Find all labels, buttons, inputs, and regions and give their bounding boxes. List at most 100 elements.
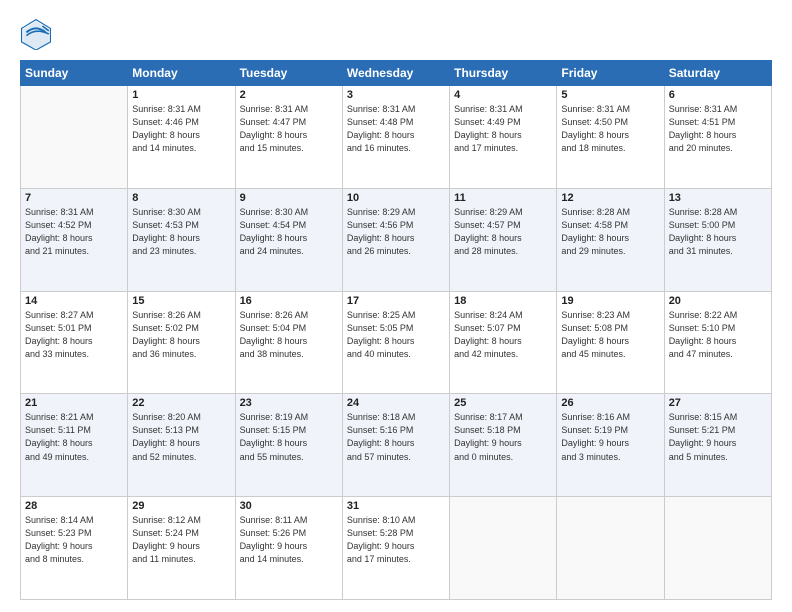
calendar-cell: 19 Sunrise: 8:23 AM Sunset: 5:08 PM Dayli… — [557, 291, 664, 394]
day-info: Sunrise: 8:16 AM Sunset: 5:19 PM Dayligh… — [561, 411, 659, 463]
day-info: Sunrise: 8:20 AM Sunset: 5:13 PM Dayligh… — [132, 411, 230, 463]
calendar-cell: 16 Sunrise: 8:26 AM Sunset: 5:04 PM Dayli… — [235, 291, 342, 394]
day-info: Sunrise: 8:31 AM Sunset: 4:47 PM Dayligh… — [240, 103, 338, 155]
calendar-cell: 4 Sunrise: 8:31 AM Sunset: 4:49 PM Daylig… — [450, 86, 557, 189]
day-number: 26 — [561, 397, 659, 409]
calendar-cell: 20 Sunrise: 8:22 AM Sunset: 5:10 PM Dayli… — [664, 291, 771, 394]
calendar-cell: 18Sunrise: 8:24 AM Sunset: 5:07 PM Dayli… — [450, 291, 557, 394]
calendar-cell: 6Sunrise: 8:31 AM Sunset: 4:51 PM Daylig… — [664, 86, 771, 189]
calendar-header-row: SundayMondayTuesdayWednesdayThursdayFrid… — [21, 61, 772, 86]
day-number: 12 — [561, 192, 659, 204]
calendar: SundayMondayTuesdayWednesdayThursdayFrid… — [20, 60, 772, 600]
day-info: Sunrise: 8:26 AM Sunset: 5:02 PM Dayligh… — [132, 309, 230, 361]
day-number: 27 — [669, 397, 767, 409]
day-number: 22 — [132, 397, 230, 409]
calendar-week-row: 21Sunrise: 8:21 AM Sunset: 5:11 PM Dayli… — [21, 394, 772, 497]
day-info: Sunrise: 8:19 AM Sunset: 5:15 PM Dayligh… — [240, 411, 338, 463]
calendar-cell: 17 Sunrise: 8:25 AM Sunset: 5:05 PM Dayli… — [342, 291, 449, 394]
calendar-cell: 1Sunrise: 8:31 AM Sunset: 4:46 PM Daylig… — [128, 86, 235, 189]
day-number: 11 — [454, 192, 552, 204]
day-info: Sunrise: 8:22 AM Sunset: 5:10 PM Dayligh… — [669, 309, 767, 361]
day-number: 18 — [454, 295, 552, 307]
calendar-cell: 27Sunrise: 8:15 AM Sunset: 5:21 PM Dayli… — [664, 394, 771, 497]
calendar-cell: 31 Sunrise: 8:10 AM Sunset: 5:28 PM Dayli… — [342, 497, 449, 600]
day-number: 4 — [454, 89, 552, 101]
day-info: Sunrise: 8:17 AM Sunset: 5:18 PM Dayligh… — [454, 411, 552, 463]
day-info: Sunrise: 8:10 AM Sunset: 5:28 PM Dayligh… — [347, 514, 445, 566]
calendar-cell: 28 Sunrise: 8:14 AM Sunset: 5:23 PM Dayli… — [21, 497, 128, 600]
day-number: 24 — [347, 397, 445, 409]
day-number: 31 — [347, 500, 445, 512]
day-info: Sunrise: 8:12 AM Sunset: 5:24 PM Dayligh… — [132, 514, 230, 566]
day-number: 29 — [132, 500, 230, 512]
day-info: Sunrise: 8:28 AM Sunset: 4:58 PM Dayligh… — [561, 206, 659, 258]
day-number: 9 — [240, 192, 338, 204]
calendar-cell: 11Sunrise: 8:29 AM Sunset: 4:57 PM Dayli… — [450, 188, 557, 291]
calendar-cell: 15 Sunrise: 8:26 AM Sunset: 5:02 PM Dayli… — [128, 291, 235, 394]
calendar-cell — [21, 86, 128, 189]
calendar-cell: 26 Sunrise: 8:16 AM Sunset: 5:19 PM Dayli… — [557, 394, 664, 497]
day-info: Sunrise: 8:30 AM Sunset: 4:54 PM Dayligh… — [240, 206, 338, 258]
day-number: 20 — [669, 295, 767, 307]
day-number: 1 — [132, 89, 230, 101]
day-info: Sunrise: 8:25 AM Sunset: 5:05 PM Dayligh… — [347, 309, 445, 361]
logo — [20, 18, 56, 50]
day-number: 8 — [132, 192, 230, 204]
calendar-day-header: Saturday — [664, 61, 771, 86]
page: SundayMondayTuesdayWednesdayThursdayFrid… — [0, 0, 792, 612]
calendar-cell: 14 Sunrise: 8:27 AM Sunset: 5:01 PM Dayli… — [21, 291, 128, 394]
day-number: 19 — [561, 295, 659, 307]
day-number: 14 — [25, 295, 123, 307]
header — [20, 18, 772, 50]
logo-icon — [20, 18, 52, 50]
day-number: 23 — [240, 397, 338, 409]
calendar-week-row: 7 Sunrise: 8:31 AM Sunset: 4:52 PM Daylig… — [21, 188, 772, 291]
day-number: 7 — [25, 192, 123, 204]
calendar-cell: 13Sunrise: 8:28 AM Sunset: 5:00 PM Dayli… — [664, 188, 771, 291]
day-info: Sunrise: 8:31 AM Sunset: 4:50 PM Dayligh… — [561, 103, 659, 155]
calendar-cell — [664, 497, 771, 600]
calendar-day-header: Friday — [557, 61, 664, 86]
day-number: 25 — [454, 397, 552, 409]
calendar-day-header: Tuesday — [235, 61, 342, 86]
day-info: Sunrise: 8:23 AM Sunset: 5:08 PM Dayligh… — [561, 309, 659, 361]
day-info: Sunrise: 8:11 AM Sunset: 5:26 PM Dayligh… — [240, 514, 338, 566]
calendar-cell: 30 Sunrise: 8:11 AM Sunset: 5:26 PM Dayli… — [235, 497, 342, 600]
calendar-cell: 10Sunrise: 8:29 AM Sunset: 4:56 PM Dayli… — [342, 188, 449, 291]
day-number: 6 — [669, 89, 767, 101]
day-info: Sunrise: 8:31 AM Sunset: 4:52 PM Dayligh… — [25, 206, 123, 258]
calendar-cell: 2 Sunrise: 8:31 AM Sunset: 4:47 PM Daylig… — [235, 86, 342, 189]
day-number: 21 — [25, 397, 123, 409]
calendar-cell: 12 Sunrise: 8:28 AM Sunset: 4:58 PM Dayli… — [557, 188, 664, 291]
day-info: Sunrise: 8:18 AM Sunset: 5:16 PM Dayligh… — [347, 411, 445, 463]
day-number: 30 — [240, 500, 338, 512]
calendar-cell: 23 Sunrise: 8:19 AM Sunset: 5:15 PM Dayli… — [235, 394, 342, 497]
calendar-cell: 21Sunrise: 8:21 AM Sunset: 5:11 PM Dayli… — [21, 394, 128, 497]
calendar-cell: 25 Sunrise: 8:17 AM Sunset: 5:18 PM Dayli… — [450, 394, 557, 497]
calendar-day-header: Monday — [128, 61, 235, 86]
day-info: Sunrise: 8:30 AM Sunset: 4:53 PM Dayligh… — [132, 206, 230, 258]
calendar-cell: 22 Sunrise: 8:20 AM Sunset: 5:13 PM Dayli… — [128, 394, 235, 497]
day-info: Sunrise: 8:27 AM Sunset: 5:01 PM Dayligh… — [25, 309, 123, 361]
day-info: Sunrise: 8:31 AM Sunset: 4:49 PM Dayligh… — [454, 103, 552, 155]
day-number: 15 — [132, 295, 230, 307]
day-info: Sunrise: 8:29 AM Sunset: 4:56 PM Dayligh… — [347, 206, 445, 258]
day-info: Sunrise: 8:14 AM Sunset: 5:23 PM Dayligh… — [25, 514, 123, 566]
day-number: 16 — [240, 295, 338, 307]
calendar-cell: 29 Sunrise: 8:12 AM Sunset: 5:24 PM Dayli… — [128, 497, 235, 600]
day-info: Sunrise: 8:28 AM Sunset: 5:00 PM Dayligh… — [669, 206, 767, 258]
calendar-week-row: 1Sunrise: 8:31 AM Sunset: 4:46 PM Daylig… — [21, 86, 772, 189]
day-info: Sunrise: 8:31 AM Sunset: 4:48 PM Dayligh… — [347, 103, 445, 155]
calendar-cell: 5 Sunrise: 8:31 AM Sunset: 4:50 PM Daylig… — [557, 86, 664, 189]
calendar-cell — [557, 497, 664, 600]
calendar-cell: 7 Sunrise: 8:31 AM Sunset: 4:52 PM Daylig… — [21, 188, 128, 291]
day-number: 17 — [347, 295, 445, 307]
calendar-cell: 8 Sunrise: 8:30 AM Sunset: 4:53 PM Daylig… — [128, 188, 235, 291]
day-number: 5 — [561, 89, 659, 101]
day-number: 2 — [240, 89, 338, 101]
day-number: 28 — [25, 500, 123, 512]
calendar-cell — [450, 497, 557, 600]
day-info: Sunrise: 8:26 AM Sunset: 5:04 PM Dayligh… — [240, 309, 338, 361]
calendar-cell: 24 Sunrise: 8:18 AM Sunset: 5:16 PM Dayli… — [342, 394, 449, 497]
calendar-week-row: 28 Sunrise: 8:14 AM Sunset: 5:23 PM Dayli… — [21, 497, 772, 600]
